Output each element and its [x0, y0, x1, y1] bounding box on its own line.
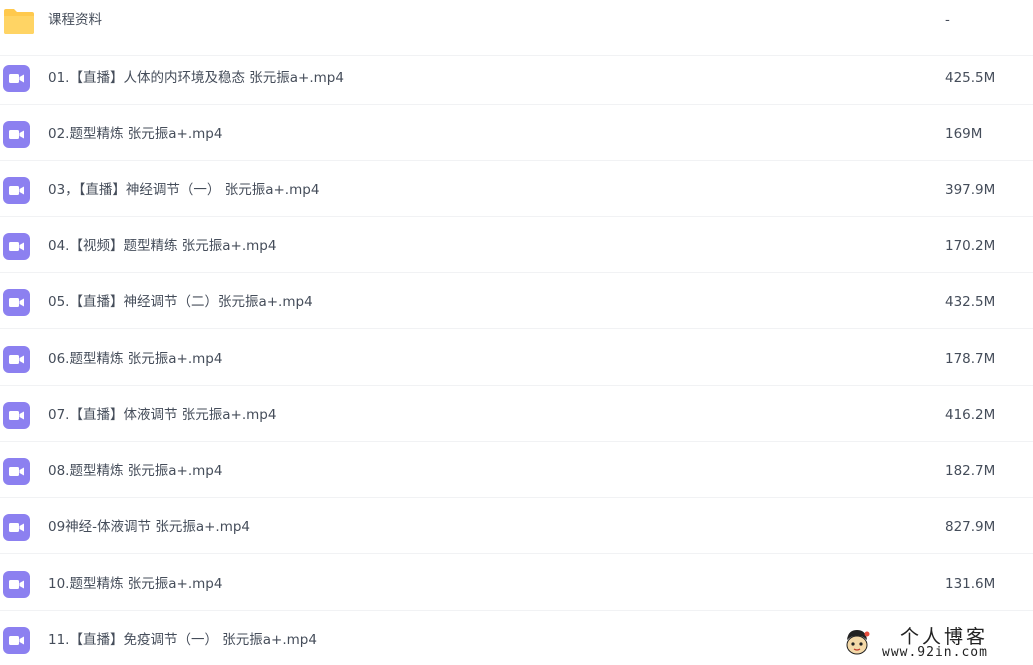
video-file-icon	[3, 233, 30, 260]
file-row[interactable]: 03，【直播】神经调节（一） 张元振a+.mp4 397.9M	[0, 161, 1033, 217]
file-name: 10.题型精炼 张元振a+.mp4	[48, 576, 223, 592]
file-size: 827.9M	[945, 519, 996, 535]
file-name: 03，【直播】神经调节（一） 张元振a+.mp4	[48, 182, 320, 198]
file-row[interactable]: 06.题型精炼 张元振a+.mp4 178.7M	[0, 330, 1033, 386]
file-row[interactable]: 09神经-体液调节 张元振a+.mp4 827.9M	[0, 498, 1033, 554]
file-row[interactable]: 05.【直播】神经调节（二）张元振a+.mp4 432.5M	[0, 273, 1033, 329]
file-name: 09神经-体液调节 张元振a+.mp4	[48, 519, 251, 535]
watermark-url: www.92in.com	[882, 645, 988, 660]
file-row[interactable]: 02.题型精炼 张元振a+.mp4 169M	[0, 105, 1033, 161]
video-file-icon	[3, 346, 30, 373]
file-size: 178.7M	[945, 351, 996, 367]
file-row[interactable]: 10.题型精炼 张元振a+.mp4 131.6M	[0, 555, 1033, 611]
folder-icon	[4, 9, 34, 34]
file-name: 07.【直播】体液调节 张元振a+.mp4	[48, 407, 277, 423]
row-divider	[0, 553, 1033, 554]
video-file-icon	[3, 177, 30, 204]
file-row[interactable]: 04.【视频】题型精练 张元振a+.mp4 170.2M	[0, 217, 1033, 273]
file-size: 182.7M	[945, 463, 996, 479]
file-size: 416.2M	[945, 407, 996, 423]
video-file-icon	[3, 458, 30, 485]
video-file-icon	[3, 121, 30, 148]
file-name: 05.【直播】神经调节（二）张元振a+.mp4	[48, 294, 313, 310]
file-size: 170.2M	[945, 238, 996, 254]
mascot-icon	[846, 630, 870, 655]
folder-name: 课程资料	[48, 12, 102, 28]
file-name: 04.【视频】题型精练 张元振a+.mp4	[48, 238, 277, 254]
video-file-icon	[3, 289, 30, 316]
file-row[interactable]: 07.【直播】体液调节 张元振a+.mp4 416.2M	[0, 386, 1033, 442]
file-row[interactable]: 08.题型精炼 张元振a+.mp4 182.7M	[0, 442, 1033, 498]
folder-row[interactable]: 课程资料 -	[0, 0, 1033, 56]
file-name: 06.题型精炼 张元振a+.mp4	[48, 351, 223, 367]
file-size: 425.5M	[945, 70, 996, 86]
file-size: 432.5M	[945, 294, 996, 310]
row-divider	[0, 328, 1033, 329]
blog-watermark: 个人博客 www.92in.com	[840, 620, 1033, 665]
file-size: 131.6M	[945, 576, 996, 592]
video-file-icon	[3, 402, 30, 429]
file-size: 169M	[945, 126, 983, 142]
file-name: 01.【直播】人体的内环境及稳态 张元振a+.mp4	[48, 70, 344, 86]
video-file-icon	[3, 627, 30, 654]
file-size: 397.9M	[945, 182, 996, 198]
folder-size: -	[945, 12, 950, 28]
file-name: 08.题型精炼 张元振a+.mp4	[48, 463, 223, 479]
video-file-icon	[3, 65, 30, 92]
file-list: 课程资料 - 01.【直播】人体的内环境及稳态 张元振a+.mp4 425.5M…	[0, 0, 1033, 665]
file-name: 11.【直播】免疫调节（一） 张元振a+.mp4	[48, 632, 317, 648]
video-file-icon	[3, 514, 30, 541]
video-file-icon	[3, 571, 30, 598]
file-row[interactable]: 01.【直播】人体的内环境及稳态 张元振a+.mp4 425.5M	[0, 49, 1033, 105]
file-name: 02.题型精炼 张元振a+.mp4	[48, 126, 223, 142]
